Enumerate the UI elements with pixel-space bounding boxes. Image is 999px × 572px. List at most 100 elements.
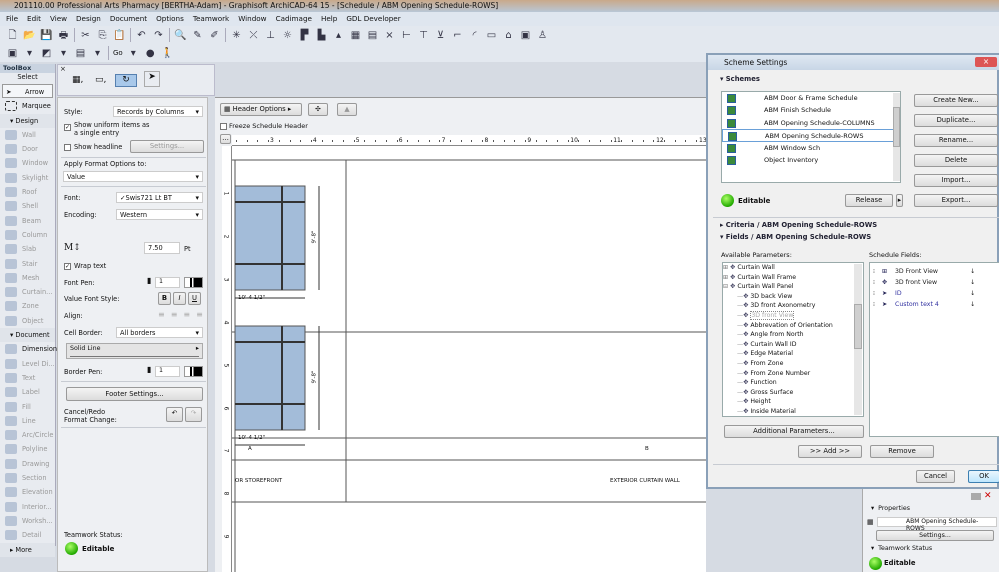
bold-button[interactable]: B <box>158 292 171 305</box>
tool-door[interactable]: Door <box>0 142 55 156</box>
tool-detail[interactable]: Detail <box>0 528 55 542</box>
wrap-text-checkbox[interactable]: ✓ <box>64 263 71 270</box>
sun-icon[interactable]: ☼ <box>281 29 294 42</box>
available-parameters-tree[interactable]: ⊞ ✥ Curtain Wall ⊞ ✥ Curtain Wall Frame ⊟ … <box>722 262 864 417</box>
dropdown-icon[interactable]: ▾ <box>23 47 36 60</box>
schemes-list-scrollbar[interactable] <box>893 93 900 181</box>
pen-color-swatch[interactable] <box>184 277 203 288</box>
toolbox-group-document[interactable]: ▾ Document <box>0 328 55 343</box>
person-icon[interactable]: ♙ <box>536 29 549 42</box>
underline-button[interactable]: U <box>188 292 201 305</box>
tool-zone[interactable]: Zone <box>0 299 55 313</box>
font-pen-input[interactable]: 1 <box>155 277 180 288</box>
view-icon[interactable]: ▤ <box>74 47 87 60</box>
tool-worksh[interactable]: Worksh... <box>0 514 55 528</box>
redo-icon[interactable]: ↷ <box>152 29 165 42</box>
settings-button[interactable]: Settings... <box>876 530 994 541</box>
schedule-field-row[interactable]: ⁝ ➤ ↓ Custom text 4 <box>870 299 999 310</box>
tree-item[interactable]: —✥ Function <box>723 378 863 388</box>
triangle-button[interactable]: ▲ <box>337 103 357 116</box>
tool-line[interactable]: Line <box>0 414 55 428</box>
uniform-checkbox[interactable]: ✓ <box>64 124 71 131</box>
paste-icon[interactable]: 📋 <box>113 29 126 42</box>
align-buttons[interactable]: ≡≡≡≡ <box>158 310 209 319</box>
new-icon[interactable]: 🗋 <box>6 29 19 42</box>
scheme-row[interactable]: ABM Opening Schedule-COLUMNS <box>722 117 900 129</box>
tool-marquee[interactable]: Marquee <box>0 99 55 113</box>
dimension-icon[interactable]: ⊢ <box>400 29 413 42</box>
rename-button[interactable]: Rename... <box>914 134 998 147</box>
scheme-row[interactable]: Object Inventory <box>722 154 900 166</box>
dropdown-icon[interactable]: ▾ <box>57 47 70 60</box>
import-button[interactable]: Import... <box>914 174 998 187</box>
tree-item[interactable]: —✥ From Zone Number <box>723 369 863 379</box>
tool-column[interactable]: Column <box>0 228 55 242</box>
create-new-button[interactable]: Create New... <box>914 94 998 107</box>
distribute-icon[interactable]: ⊻ <box>434 29 447 42</box>
menu-edit[interactable]: Edit <box>27 14 41 23</box>
schedule-icon[interactable]: ▣ <box>519 29 532 42</box>
stack-icon[interactable]: ▙ <box>315 29 328 42</box>
grid-icon[interactable]: ▤ <box>366 29 379 42</box>
ruler-corner-button[interactable]: … <box>220 134 231 144</box>
tool-mesh[interactable]: Mesh <box>0 271 55 285</box>
trim-icon[interactable]: ⤫ <box>247 29 260 42</box>
menu-file[interactable]: File <box>6 14 18 23</box>
schedule-setting-icon[interactable]: ▦, <box>72 75 83 85</box>
parameters-scrollbar[interactable] <box>854 264 862 415</box>
tool-elevation[interactable]: Elevation <box>0 485 55 499</box>
italic-button[interactable]: I <box>173 292 186 305</box>
schedule-field-row[interactable]: ⁝ ➤ ↓ ID <box>870 288 999 299</box>
header-options-button[interactable]: ▦ Header Options ▸ <box>220 103 302 116</box>
schemes-list[interactable]: ABM Door & Frame Schedule ABM Finish Sche… <box>721 91 901 183</box>
cut-icon[interactable]: ✂ <box>79 29 92 42</box>
copy-icon[interactable]: ⎘ <box>96 29 109 42</box>
schedule-fields-list[interactable]: ⁝ ⊞ ↓ 3D Front View ⁝ ✥ ↓ 3D front View ⁝ ➤ ↓ ID ⁝ ➤ ↓… <box>869 262 999 437</box>
schedule-canvas[interactable]: 10'-4 1/2" 10'-4 1/2" 9'-8" 9'-8" A B OR… <box>232 146 706 572</box>
layer-icon[interactable]: ▛ <box>298 29 311 42</box>
encoding-dropdown[interactable]: Western <box>116 209 203 220</box>
tool-fill[interactable]: Fill <box>0 400 55 414</box>
font-size-input[interactable]: 7.50 <box>144 242 180 254</box>
tool-polyline[interactable]: Polyline <box>0 442 55 456</box>
headline-checkbox[interactable] <box>64 144 71 151</box>
menu-gdl-developer[interactable]: GDL Developer <box>346 14 400 23</box>
fields-section-toggle[interactable]: ▾ Fields / ABM Opening Schedule-ROWS <box>720 233 871 241</box>
tree-group[interactable]: ⊞ ✥ Curtain Wall <box>723 263 863 273</box>
tool-shell[interactable]: Shell <box>0 199 55 213</box>
duplicate-button[interactable]: Duplicate... <box>914 114 998 127</box>
tool-arrow[interactable]: ➤ Arrow <box>2 84 53 99</box>
scheme-row[interactable]: ABM Opening Schedule-ROWS <box>722 129 900 142</box>
tree-item[interactable]: —✥ 3D front Axonometry <box>723 301 863 311</box>
walk-icon[interactable]: 🚶 <box>161 47 174 60</box>
dropdown-icon[interactable]: ▾ <box>127 47 140 60</box>
undo-format-button[interactable]: ↶ <box>166 407 183 422</box>
find-icon[interactable]: 🔍 <box>174 29 187 42</box>
criteria-section-toggle[interactable]: ▸ Criteria / ABM Opening Schedule-ROWS <box>720 221 877 229</box>
teamwork-status-toggle[interactable]: ▾ Teamwork Status <box>871 545 932 552</box>
tool-section[interactable]: Section <box>0 471 55 485</box>
tree-item[interactable]: —✥ 3D back View <box>723 292 863 302</box>
menu-document[interactable]: Document <box>110 14 147 23</box>
tree-item[interactable]: —✥ Height <box>723 397 863 407</box>
go-button[interactable]: Go <box>113 49 123 57</box>
tree-group[interactable]: ⊞ ✥ Curtain Wall Frame <box>723 273 863 283</box>
scheme-row[interactable]: ABM Finish Schedule <box>722 104 900 116</box>
menu-design[interactable]: Design <box>76 14 101 23</box>
pen-color-swatch[interactable] <box>184 366 203 377</box>
pen-icon[interactable]: ▴ <box>332 29 345 42</box>
eyedropper-icon[interactable]: ✎ <box>191 29 204 42</box>
tree-group[interactable]: ⊟ ✥ Curtain Wall Panel <box>723 282 863 292</box>
tool-slab[interactable]: Slab <box>0 242 55 256</box>
tool-stair[interactable]: Stair <box>0 257 55 271</box>
toolbox-group-more[interactable]: ▸ More <box>0 542 55 557</box>
merge-cells-button[interactable]: ✣ <box>308 103 328 116</box>
arc-icon[interactable]: ◜ <box>468 29 481 42</box>
release-button[interactable]: Release <box>845 194 893 207</box>
style-dropdown[interactable]: Records by Columns <box>113 106 203 117</box>
magic-wand-icon[interactable]: ✳ <box>230 29 243 42</box>
footer-settings-button[interactable]: Footer Settings... <box>66 387 203 401</box>
3d-icon[interactable]: ◩ <box>40 47 53 60</box>
tool-drawing[interactable]: Drawing <box>0 457 55 471</box>
additional-parameters-button[interactable]: Additional Parameters... <box>724 425 864 438</box>
